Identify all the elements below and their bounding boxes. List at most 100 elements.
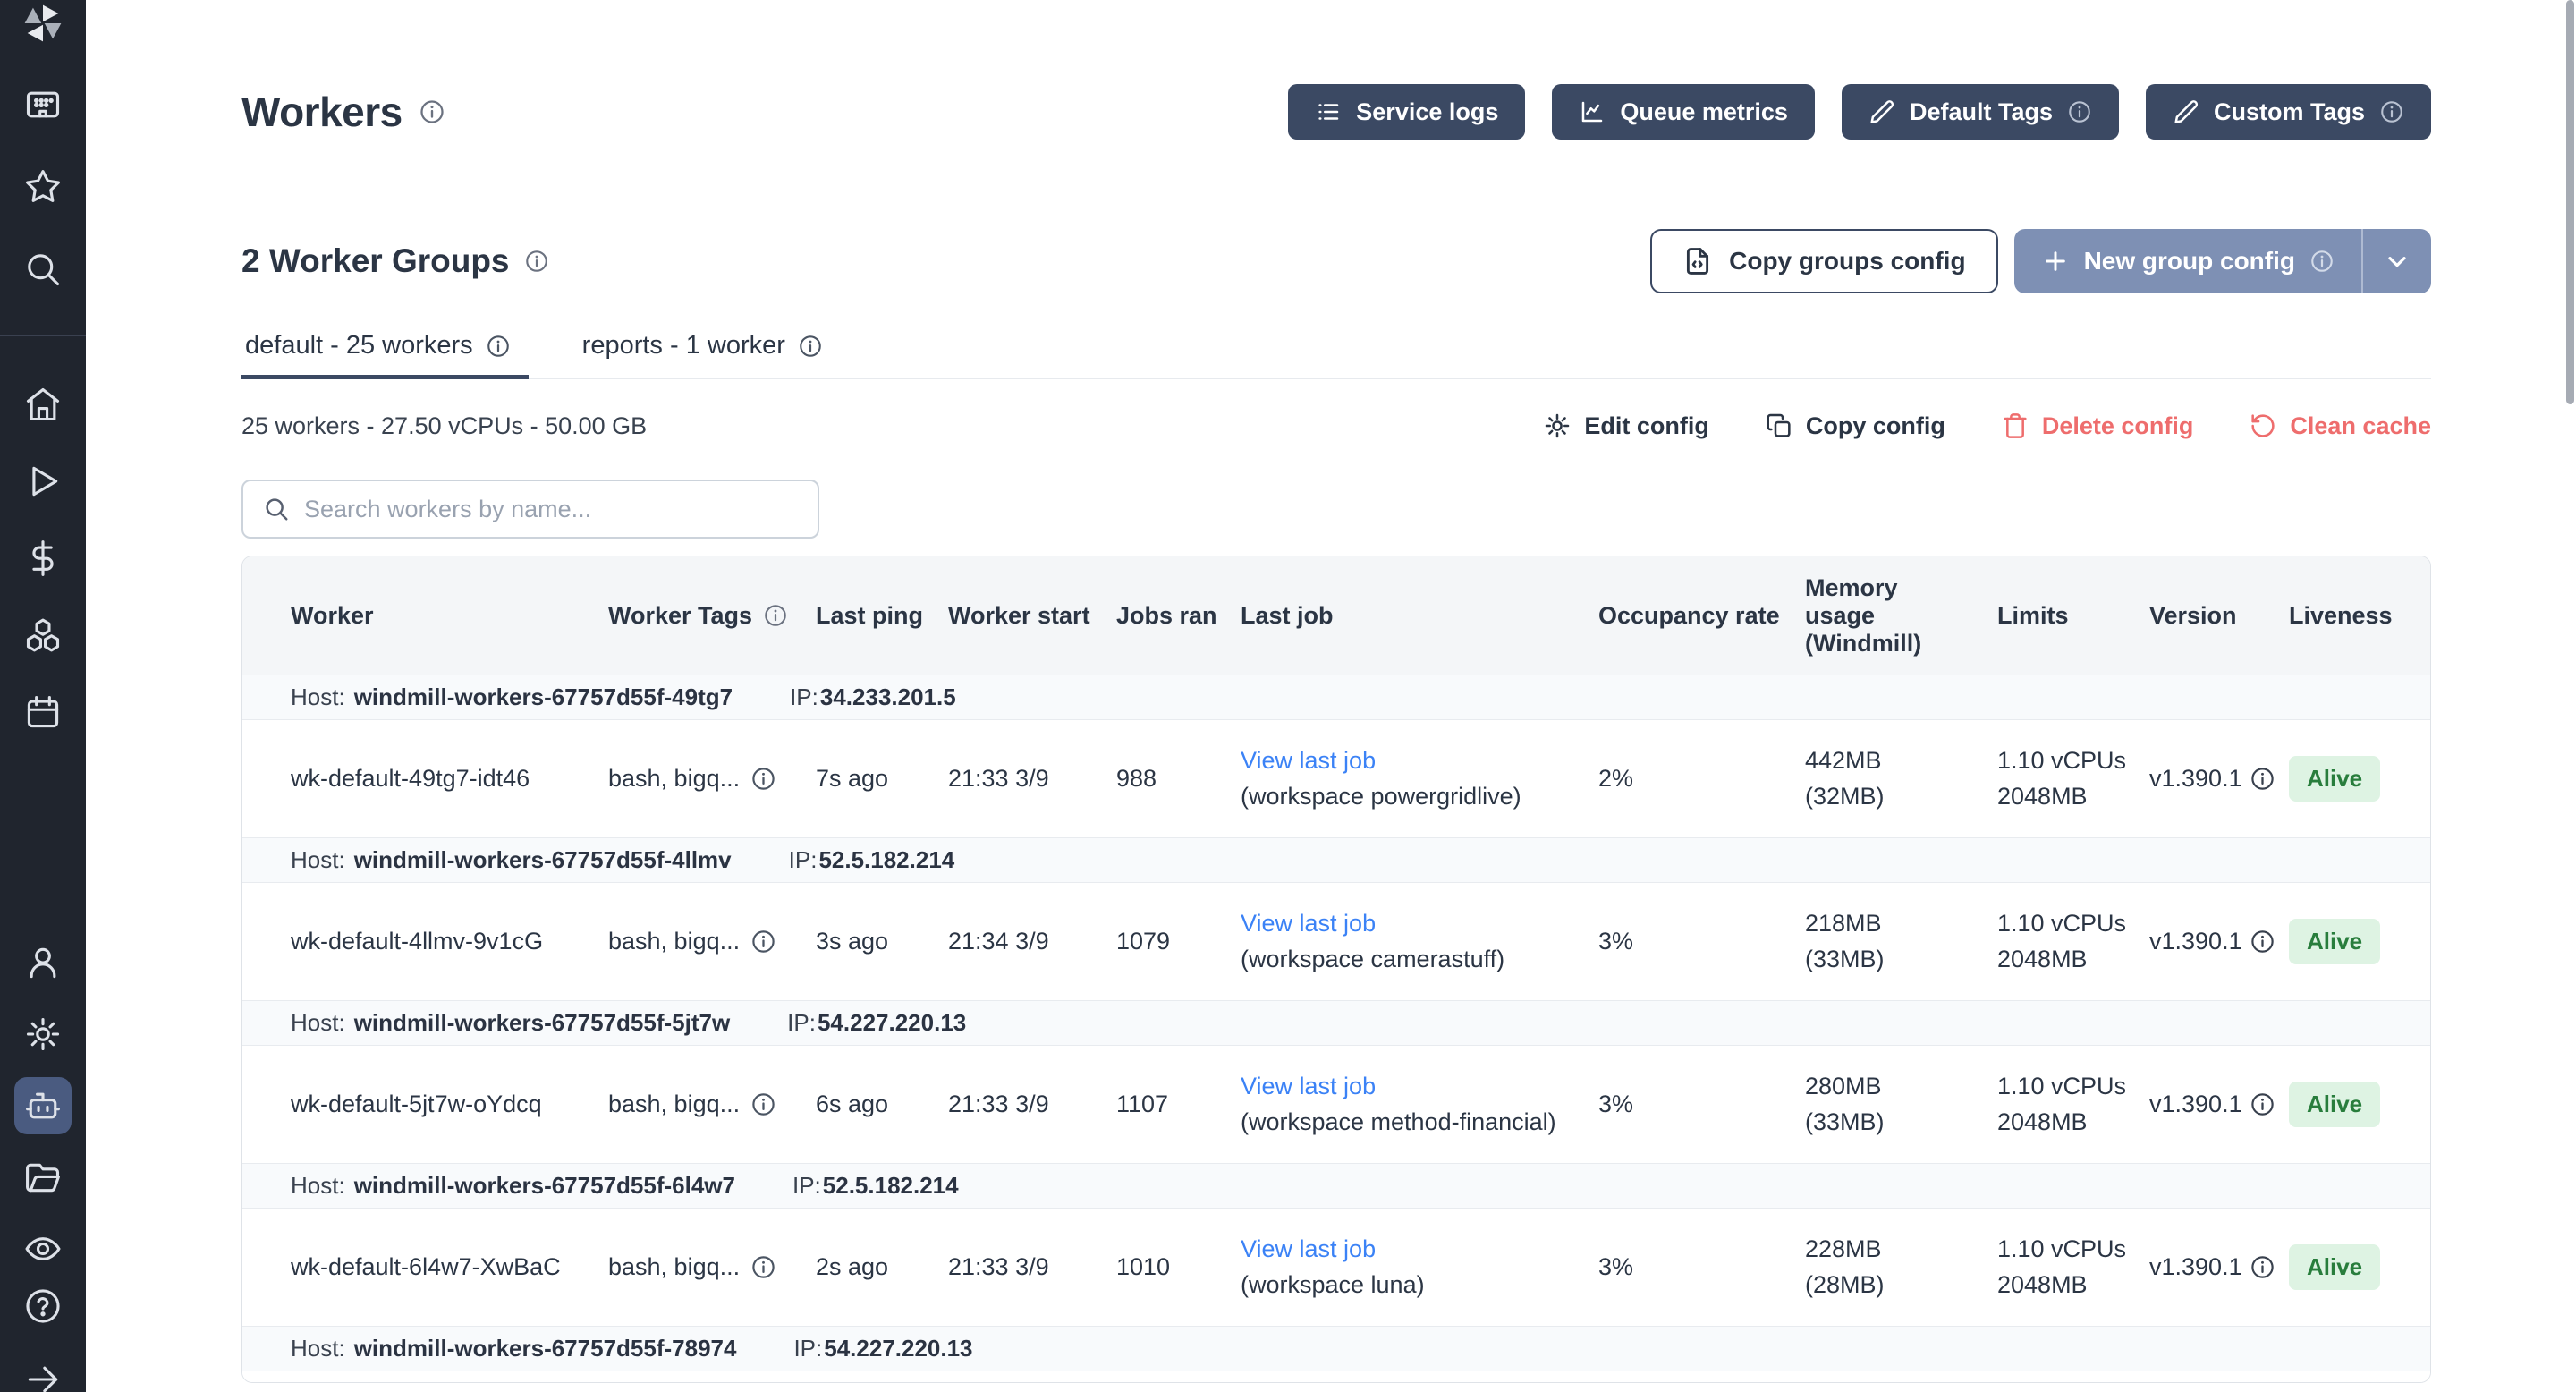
sidebar-item-workers[interactable] — [14, 1077, 72, 1134]
worker-tags-cell: bash, bigq... — [608, 765, 816, 793]
sidebar-item-audit[interactable] — [14, 1220, 72, 1277]
memory-windmill: (33MB) — [1805, 1105, 1981, 1140]
view-last-job-link[interactable]: View last job — [1241, 1069, 1582, 1104]
tab-reports[interactable]: reports - 1 worker — [579, 331, 841, 379]
search-icon — [23, 250, 63, 289]
sidebar-item-expand[interactable] — [14, 1351, 72, 1392]
button-label: Service logs — [1356, 98, 1498, 126]
liveness-badge: Alive — [2289, 1082, 2380, 1127]
folder-open-icon — [23, 1158, 63, 1197]
col-version: Version — [2149, 602, 2289, 630]
info-icon[interactable] — [2309, 249, 2334, 274]
chevron-down-icon — [2383, 247, 2411, 276]
sidebar-item-starred[interactable] — [14, 158, 72, 216]
view-last-job-link[interactable]: View last job — [1241, 743, 1582, 778]
limit-cpu: 1.10 vCPUs — [1997, 1232, 2133, 1267]
copy-config-button[interactable]: Copy config — [1765, 412, 1945, 440]
view-last-job-link[interactable]: View last job — [1241, 906, 1582, 941]
limits-cell: 1.10 vCPUs 2048MB — [1997, 743, 2149, 813]
sidebar-item-apps[interactable] — [14, 76, 72, 133]
info-icon[interactable] — [750, 1091, 776, 1117]
col-limits: Limits — [1997, 602, 2149, 630]
limits-cell: 1.10 vCPUs 2048MB — [1997, 1069, 2149, 1139]
info-icon[interactable] — [524, 249, 549, 274]
ip-value: 54.227.220.13 — [818, 1009, 966, 1036]
table-header-row: Worker Worker Tags Last ping Worker star… — [242, 556, 2430, 675]
info-icon[interactable] — [2250, 1091, 2275, 1117]
worker-group-tabs: default - 25 workers reports - 1 worker — [242, 331, 2431, 379]
info-icon[interactable] — [763, 603, 788, 628]
sidebar-item-home[interactable] — [14, 376, 72, 433]
sidebar-item-folders[interactable] — [14, 1149, 72, 1206]
service-logs-button[interactable]: Service logs — [1288, 84, 1525, 140]
default-tags-button[interactable]: Default Tags — [1842, 84, 2119, 140]
host-row: Host:windmill-workers-67757d55f-6l4w7 IP… — [242, 1164, 2430, 1209]
view-last-job-link[interactable]: View last job — [1241, 1232, 1582, 1267]
custom-tags-button[interactable]: Custom Tags — [2146, 84, 2431, 140]
copy-groups-config-button[interactable]: Copy groups config — [1650, 229, 1997, 293]
table-tail-row — [242, 1371, 2430, 1382]
host-label: Host: — [291, 1172, 345, 1200]
queue-metrics-button[interactable]: Queue metrics — [1552, 84, 1815, 140]
sidebar-item-help[interactable] — [14, 1277, 72, 1335]
new-group-config-button[interactable]: New group config — [2014, 229, 2361, 293]
tab-default[interactable]: default - 25 workers — [242, 331, 529, 379]
info-icon[interactable] — [2067, 99, 2092, 124]
sidebar-item-search[interactable] — [14, 241, 72, 298]
gear-icon — [23, 1014, 63, 1054]
jobs-ran: 1107 — [1116, 1091, 1241, 1118]
button-label: Custom Tags — [2214, 98, 2365, 126]
button-label: Copy groups config — [1729, 247, 1965, 276]
occupancy-rate: 2% — [1598, 765, 1805, 793]
info-icon[interactable] — [2379, 99, 2404, 124]
worker-name: wk-default-6l4w7-XwBaC — [291, 1253, 608, 1281]
search-input[interactable] — [304, 496, 798, 523]
worker-name: wk-default-5jt7w-oYdcq — [291, 1091, 608, 1118]
version: v1.390.1 — [2149, 765, 2242, 793]
sidebar-item-settings[interactable] — [14, 1006, 72, 1063]
windmill-logo-icon — [20, 0, 66, 47]
info-icon[interactable] — [798, 334, 823, 359]
worker-groups-heading: 2 Worker Groups — [242, 242, 510, 280]
help-icon — [23, 1286, 63, 1326]
star-icon — [23, 167, 63, 207]
info-icon[interactable] — [750, 766, 776, 792]
sidebar-item-usage[interactable] — [14, 530, 72, 587]
worker-tags: bash, bigq... — [608, 1253, 740, 1281]
sidebar-item-runs[interactable] — [14, 453, 72, 510]
liveness-cell: Alive — [2289, 1244, 2430, 1290]
edit-config-button[interactable]: Edit config — [1543, 412, 1708, 440]
home-icon — [23, 385, 63, 424]
new-group-config-dropdown-button[interactable] — [2361, 229, 2431, 293]
info-icon[interactable] — [419, 98, 445, 125]
memory-total: 280MB — [1805, 1069, 1981, 1104]
sidebar-item-schedules[interactable] — [14, 683, 72, 741]
ip-value: 54.227.220.13 — [824, 1335, 972, 1362]
clean-cache-button[interactable]: Clean cache — [2249, 412, 2431, 440]
info-icon[interactable] — [2250, 766, 2275, 792]
memory-total: 218MB — [1805, 906, 1981, 941]
worker-tags-cell: bash, bigq... — [608, 928, 816, 955]
worker-start: 21:33 3/9 — [948, 1091, 1116, 1118]
last-ping: 3s ago — [816, 928, 948, 955]
delete-config-button[interactable]: Delete config — [2001, 412, 2194, 440]
limit-mem: 2048MB — [1997, 1268, 2133, 1303]
workers-table: Worker Worker Tags Last ping Worker star… — [242, 556, 2431, 1383]
version-cell: v1.390.1 — [2149, 765, 2289, 793]
sidebar-item-user[interactable] — [14, 934, 72, 991]
version-cell: v1.390.1 — [2149, 1253, 2289, 1281]
version-cell: v1.390.1 — [2149, 928, 2289, 955]
page-title: Workers — [242, 88, 402, 136]
info-icon[interactable] — [2250, 929, 2275, 955]
info-icon[interactable] — [2250, 1254, 2275, 1280]
ip-value: 34.233.201.5 — [820, 683, 956, 710]
info-icon[interactable] — [486, 334, 511, 359]
last-ping: 7s ago — [816, 765, 948, 793]
info-icon[interactable] — [750, 1254, 776, 1280]
windmill-logo[interactable] — [0, 0, 86, 47]
info-icon[interactable] — [750, 929, 776, 955]
dollar-icon — [23, 539, 63, 578]
vertical-scrollbar[interactable] — [2566, 0, 2574, 404]
limit-mem: 2048MB — [1997, 1105, 2133, 1140]
sidebar-item-resources[interactable] — [14, 607, 72, 664]
